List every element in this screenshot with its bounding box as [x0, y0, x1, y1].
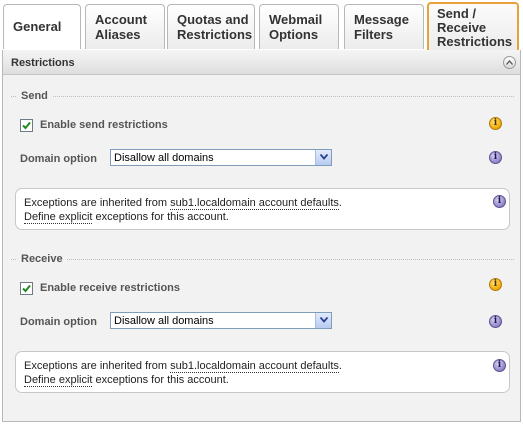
tab-general[interactable]: General — [3, 4, 81, 49]
tab-account-aliases-line2: Aliases — [95, 27, 141, 42]
chevron-down-icon[interactable] — [315, 313, 331, 328]
send-domain-option-label: Domain option — [20, 153, 97, 165]
info-icon[interactable]: i — [489, 151, 502, 164]
receive-exceptions-box: Exceptions are inherited from sub1.local… — [15, 351, 510, 393]
tab-account-aliases-line1: Account — [95, 12, 147, 27]
panel-header: Restrictions — [3, 50, 520, 75]
info-icon[interactable]: i — [493, 359, 506, 372]
tab-webmail-options[interactable]: Webmail Options — [259, 4, 339, 49]
chevron-up-icon[interactable] — [503, 56, 516, 69]
tab-webmail-line1: Webmail — [269, 12, 323, 27]
info-icon[interactable]: i — [489, 278, 502, 291]
receive-define-explicit-link[interactable]: Define explicit — [24, 374, 93, 387]
tab-account-aliases[interactable]: Account Aliases — [85, 4, 165, 49]
tab-sendreceive-line2: Receive — [437, 20, 487, 35]
panel-title: Restrictions — [11, 57, 75, 69]
send-exceptions-box: Exceptions are inherited from sub1.local… — [15, 188, 510, 230]
send-exceptions-text: Exceptions are inherited from sub1.local… — [24, 197, 342, 210]
receive-domain-option-select[interactable]: Disallow all domains — [110, 312, 332, 329]
tab-quotas-restrictions[interactable]: Quotas and Restrictions — [167, 4, 255, 49]
info-icon[interactable]: i — [493, 195, 506, 208]
receive-account-defaults-link[interactable]: sub1.localdomain account defaults — [170, 360, 339, 373]
tab-message-filters[interactable]: Message Filters — [344, 4, 424, 49]
tab-quotas-line1: Quotas and — [177, 12, 249, 27]
info-icon[interactable]: i — [489, 315, 502, 328]
tab-quotas-line2: Restrictions — [177, 27, 253, 42]
receive-section-divider — [11, 259, 514, 260]
tab-bar: General Account Aliases Quotas and Restr… — [0, 0, 523, 50]
send-domain-option-value: Disallow all domains — [114, 152, 214, 164]
enable-send-restrictions-label[interactable]: Enable send restrictions — [40, 119, 168, 131]
receive-domain-option-label: Domain option — [20, 316, 97, 328]
tab-filters-line2: Filters — [354, 27, 394, 42]
receive-domain-option-value: Disallow all domains — [114, 315, 214, 327]
chevron-down-icon[interactable] — [315, 150, 331, 165]
tab-sendreceive-line1: Send / — [437, 6, 477, 21]
tab-webmail-line2: Options — [269, 27, 319, 42]
enable-receive-restrictions-checkbox[interactable] — [20, 282, 33, 295]
receive-exceptions-text: Exceptions are inherited from sub1.local… — [24, 360, 342, 373]
tab-filters-line1: Message — [354, 12, 409, 27]
send-domain-option-select[interactable]: Disallow all domains — [110, 149, 332, 166]
send-define-text: Define explicit exceptions for this acco… — [24, 211, 229, 224]
receive-define-text: Define explicit exceptions for this acco… — [24, 374, 229, 387]
send-define-explicit-link[interactable]: Define explicit — [24, 211, 93, 224]
send-section-legend: Send — [17, 90, 52, 102]
tab-sendreceive-line3: Restrictions — [437, 34, 513, 49]
tab-send-receive-restrictions[interactable]: Send / Receive Restrictions — [427, 2, 519, 50]
send-section-divider — [11, 96, 514, 97]
enable-send-restrictions-checkbox[interactable] — [20, 119, 33, 132]
enable-receive-restrictions-label[interactable]: Enable receive restrictions — [40, 282, 180, 294]
receive-section-legend: Receive — [17, 253, 67, 265]
send-account-defaults-link[interactable]: sub1.localdomain account defaults — [170, 197, 339, 210]
info-icon[interactable]: i — [489, 117, 502, 130]
restrictions-panel: Restrictions Send Enable send restrictio… — [2, 50, 521, 422]
tab-general-label: General — [13, 19, 62, 34]
